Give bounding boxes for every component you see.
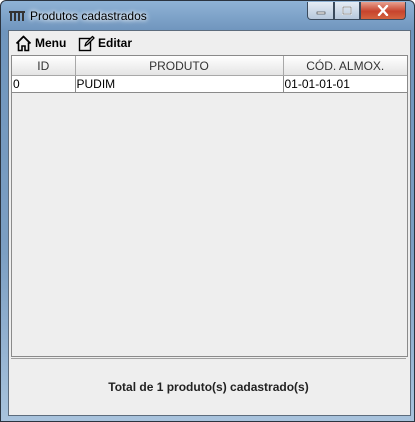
window-content: Menu Editar ID PRODUTO CÓD. ALMOX. 0 PUD… xyxy=(8,30,411,416)
maximize-button[interactable] xyxy=(334,2,360,20)
app-window: Produtos cadastrados Menu Editar ID PROD… xyxy=(0,0,415,422)
total-count-label: Total de 1 produto(s) cadastrado(s) xyxy=(108,379,309,394)
close-button[interactable] xyxy=(360,2,406,20)
column-header-id[interactable]: ID xyxy=(12,56,76,76)
cell-cod-almox[interactable]: 01-01-01-01 xyxy=(283,75,407,93)
table-header-row: ID PRODUTO CÓD. ALMOX. xyxy=(12,56,407,76)
edit-icon xyxy=(78,35,95,51)
window-title: Produtos cadastrados xyxy=(30,9,147,23)
table-row[interactable]: 0 PUDIM 01-01-01-01 xyxy=(12,75,407,93)
minimize-icon xyxy=(316,11,325,14)
window-app-icon xyxy=(9,11,25,21)
products-table-container[interactable]: ID PRODUTO CÓD. ALMOX. 0 PUDIM 01-01-01-… xyxy=(11,55,408,357)
column-header-cod-almox[interactable]: CÓD. ALMOX. xyxy=(283,56,407,76)
menu-button-label: Menu xyxy=(35,36,67,50)
cell-id[interactable]: 0 xyxy=(12,75,76,93)
column-header-produto[interactable]: PRODUTO xyxy=(75,56,284,76)
products-table: ID PRODUTO CÓD. ALMOX. 0 PUDIM 01-01-01-… xyxy=(12,56,407,93)
home-icon xyxy=(15,35,32,51)
menu-button[interactable]: Menu xyxy=(15,34,66,52)
edit-button-label: Editar xyxy=(98,36,133,50)
maximize-icon xyxy=(342,5,352,15)
edit-button[interactable]: Editar xyxy=(78,34,132,52)
toolbar: Menu Editar xyxy=(9,31,410,55)
close-icon xyxy=(377,5,389,16)
minimize-button[interactable] xyxy=(307,2,334,20)
title-bar[interactable]: Produtos cadastrados xyxy=(1,1,414,31)
cell-produto[interactable]: PUDIM xyxy=(75,75,284,93)
status-footer: Total de 1 produto(s) cadastrado(s) xyxy=(11,358,406,414)
